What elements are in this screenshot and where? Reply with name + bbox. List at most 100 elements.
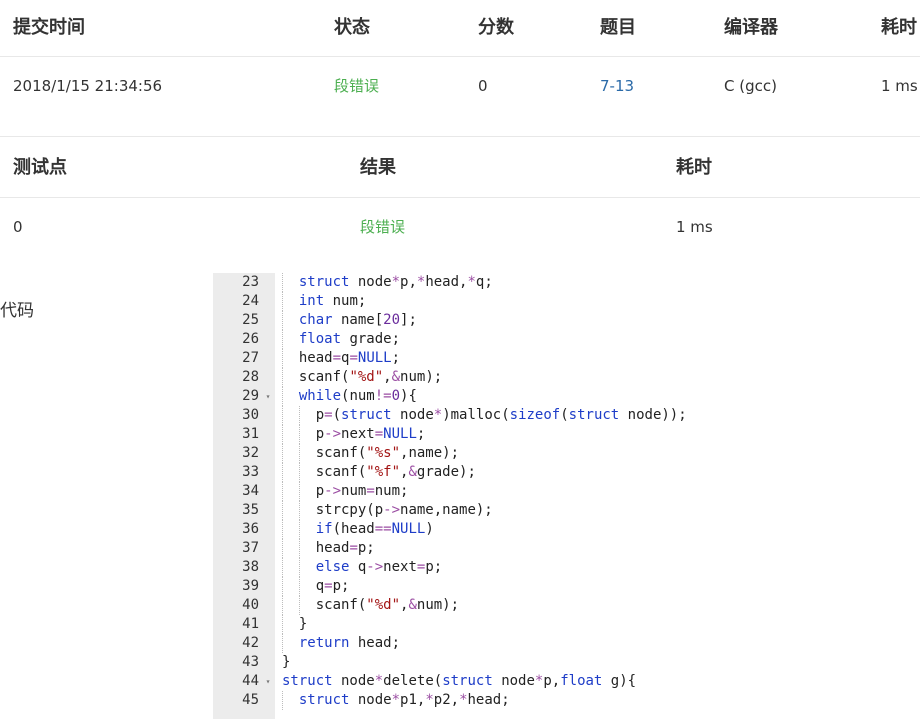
indent-guide (282, 330, 283, 349)
testpoint-id: 0 (13, 218, 23, 236)
fold-toggle-icon[interactable]: ▾ (263, 387, 273, 406)
indent-guide (282, 691, 283, 710)
submission-row: 2018/1/15 21:34:56 段错误 0 7-13 C (gcc) 1 … (0, 57, 920, 137)
line-number: 38 (242, 559, 259, 575)
indent-guide (282, 425, 283, 444)
line-number: 43 (242, 654, 259, 670)
code-text: strcpy(p->name,name); (315, 502, 493, 518)
code-line: 36 if(head==NULL) (213, 520, 920, 539)
code-text: scanf("%s",name); (315, 445, 460, 461)
code-text: scanf("%f",&grade); (315, 464, 476, 480)
compiler-value: C (gcc) (724, 77, 777, 95)
indent-guide (282, 596, 283, 615)
header-score: 分数 (478, 17, 514, 38)
line-number: 26 (242, 331, 259, 347)
code-line: 35 strcpy(p->name,name); (213, 501, 920, 520)
code-line: 25 char name[20]; (213, 311, 920, 330)
code-section-label: 代码 (0, 301, 34, 321)
line-number: 41 (242, 616, 259, 632)
line-number: 33 (242, 464, 259, 480)
code-viewer[interactable]: 23 struct node*p,*head,*q; 24 int num; 25 cha… (213, 273, 920, 719)
code-text: scanf("%d",&num); (315, 597, 460, 613)
header-submit-time: 提交时间 (13, 17, 85, 38)
header-result: 结果 (360, 157, 396, 178)
line-number: 32 (242, 445, 259, 461)
testpoint-duration: 1 ms (676, 218, 713, 236)
code-text: } (298, 616, 308, 632)
line-number: 23 (242, 274, 259, 290)
header-testpoint: 测试点 (13, 157, 67, 178)
code-text: while(num!=0){ (298, 388, 417, 404)
testpoint-result-badge: 段错误 (360, 218, 406, 236)
indent-guide (298, 501, 300, 520)
code-line: 33 scanf("%f",&grade); (213, 463, 920, 482)
indent-guide (282, 634, 283, 653)
code-text: struct node*delete(struct node*p,float g… (282, 673, 637, 689)
code-text: float grade; (298, 331, 401, 347)
indent-guide (282, 501, 283, 520)
indent-guide (298, 539, 300, 558)
code-text: q=p; (315, 578, 350, 594)
indent-guide (298, 463, 300, 482)
submit-time: 2018/1/15 21:34:56 (13, 77, 163, 95)
fold-toggle-icon[interactable]: ▾ (263, 672, 273, 691)
code-text: p->num=num; (315, 483, 409, 499)
line-number: 28 (242, 369, 259, 385)
line-number: 29 (242, 388, 259, 404)
indent-guide (298, 406, 300, 425)
indent-guide (282, 558, 283, 577)
indent-guide (282, 387, 283, 406)
code-lines: 23 struct node*p,*head,*q; 24 int num; 25 cha… (213, 273, 920, 710)
code-text: } (282, 654, 291, 670)
submission-table-header: 提交时间 状态 分数 题目 编译器 耗时 (0, 0, 920, 57)
indent-guide (298, 482, 300, 501)
code-line: 42 return head; (213, 634, 920, 653)
status-badge: 段错误 (334, 77, 380, 95)
indent-guide (282, 292, 283, 311)
code-text: char name[20]; (298, 312, 417, 328)
code-line: 31 p->next=NULL; (213, 425, 920, 444)
indent-guide (282, 463, 283, 482)
line-number: 25 (242, 312, 259, 328)
line-number: 27 (242, 350, 259, 366)
code-line: 30 p=(struct node*)malloc(sizeof(struct n… (213, 406, 920, 425)
code-line: 38 else q->next=p; (213, 558, 920, 577)
indent-guide (282, 520, 283, 539)
problem-link[interactable]: 7-13 (600, 57, 634, 115)
testpoint-row: 0 段错误 1 ms (0, 199, 920, 257)
indent-guide (298, 558, 300, 577)
indent-guide (298, 596, 300, 615)
line-number: 24 (242, 293, 259, 309)
code-text: head=q=NULL; (298, 350, 401, 366)
code-line: 43} (213, 653, 920, 672)
code-line: 26 float grade; (213, 330, 920, 349)
code-line: 41} (213, 615, 920, 634)
line-number: 34 (242, 483, 259, 499)
code-line: 40 scanf("%d",&num); (213, 596, 920, 615)
code-text: scanf("%d",&num); (298, 369, 443, 385)
code-line: 29 ▾ while(num!=0){ (213, 387, 920, 406)
code-line: 44 ▾ struct node*delete(struct node*p,floa… (213, 672, 920, 691)
indent-guide (282, 482, 283, 501)
line-number: 40 (242, 597, 259, 613)
code-line: 32 scanf("%s",name); (213, 444, 920, 463)
code-line: 27 head=q=NULL; (213, 349, 920, 368)
code-line: 23 struct node*p,*head,*q; (213, 273, 920, 292)
indent-guide (282, 577, 283, 596)
line-number: 35 (242, 502, 259, 518)
line-number: 44 (242, 673, 259, 689)
header-problem: 题目 (600, 17, 636, 38)
testpoint-table-header: 测试点 结果 耗时 (0, 138, 920, 198)
code-text: p=(struct node*)malloc(sizeof(struct nod… (315, 407, 687, 423)
indent-guide (298, 425, 300, 444)
code-text: int num; (298, 293, 367, 309)
duration-value: 1 ms (881, 77, 918, 95)
line-number: 31 (242, 426, 259, 442)
code-text: p->next=NULL; (315, 426, 426, 442)
line-number: 30 (242, 407, 259, 423)
line-number: 36 (242, 521, 259, 537)
code-line: 37 head=p; (213, 539, 920, 558)
indent-guide (282, 368, 283, 387)
header-compiler: 编译器 (724, 17, 778, 38)
line-number: 39 (242, 578, 259, 594)
